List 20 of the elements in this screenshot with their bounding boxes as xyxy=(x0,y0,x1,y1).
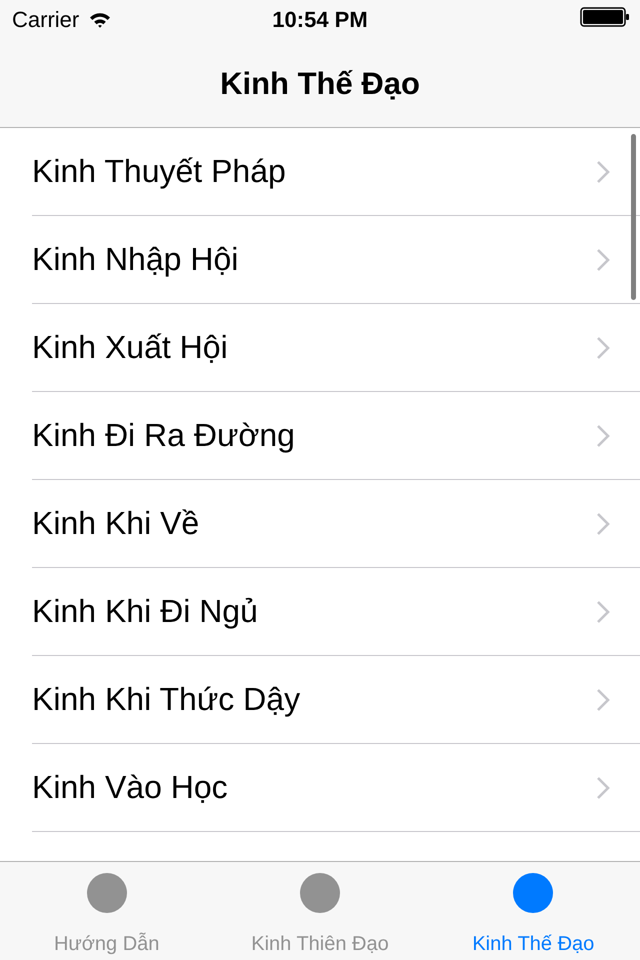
list-row[interactable]: Kinh Xuất Hội xyxy=(32,304,640,392)
chevron-icon xyxy=(596,248,610,272)
wifi-icon xyxy=(89,12,112,28)
status-time: 10:54 PM xyxy=(272,7,368,33)
chevron-icon xyxy=(596,600,610,624)
chevron-icon xyxy=(596,336,610,360)
list-row[interactable]: Kinh Khi Về xyxy=(32,480,640,568)
chevron-icon xyxy=(596,688,610,712)
list-row[interactable]: Kinh Khi Thức Dậy xyxy=(32,656,640,744)
tab-item[interactable]: Kinh Thế Đạo xyxy=(426,862,640,960)
chevron-icon xyxy=(596,160,610,184)
list-row[interactable]: Kinh Vào Học xyxy=(32,744,640,832)
chevron-icon xyxy=(596,776,610,800)
chevron-icon xyxy=(596,424,610,448)
list-row[interactable]: Kinh Khi Đi Ngủ xyxy=(32,568,640,656)
carrier-name: Carrier xyxy=(12,7,80,33)
nav-title: Kinh Thế Đạo xyxy=(220,66,420,102)
list-row[interactable]: Kinh Đi Ra Đường xyxy=(32,392,640,480)
battery-icon xyxy=(580,7,630,27)
chevron-icon xyxy=(596,512,610,536)
